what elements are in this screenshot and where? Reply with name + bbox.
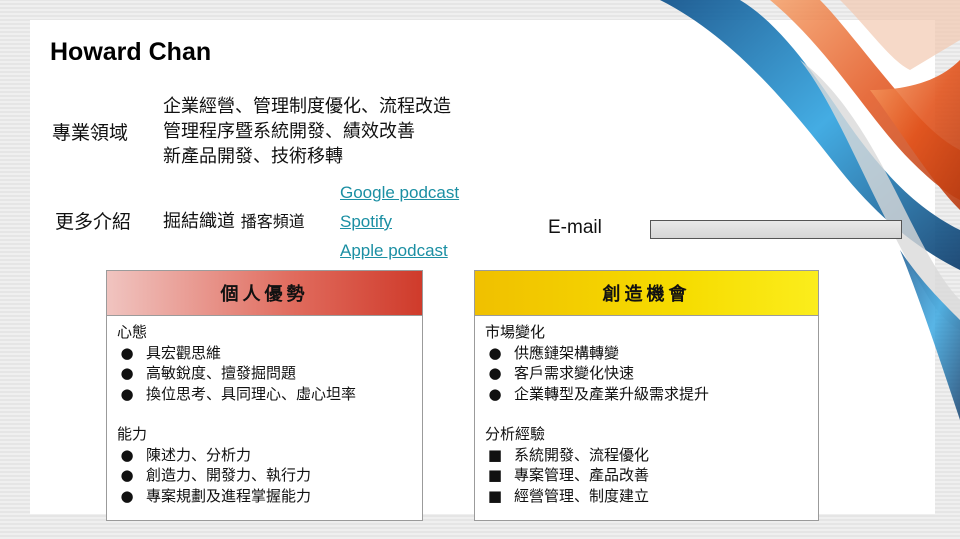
bullet-list: ■ 系統開發、流程優化 ■ 專案管理、產品改善 ■ 經營管理、制度建立 — [485, 445, 818, 507]
list-item: ● 具宏觀思維 — [117, 343, 422, 364]
bullet-list: ● 具宏觀思維 ● 高敏銳度、擅發掘問題 ● 換位思考、具同理心、虛心坦率 — [117, 343, 422, 405]
list-item: ● 換位思考、具同理心、虛心坦率 — [117, 384, 422, 405]
podcast-channel-label: 播客頻道 — [240, 212, 305, 231]
round-bullet-icon: ● — [120, 445, 134, 464]
expertise-label: 專業領域 — [52, 122, 129, 144]
list-item: ■ 專案管理、產品改善 — [485, 465, 818, 486]
expertise-line: 新產品開發、技術移轉 — [163, 146, 343, 167]
strengths-card-body: 心態 ● 具宏觀思維 ● 高敏銳度、擅發掘問題 ● 換位思考、具同理心、虛心坦率 能力… — [107, 316, 422, 506]
expertise-line: 企業經營、管理制度優化、流程改造 — [163, 96, 451, 117]
strengths-card-header: 個人優勢 — [107, 271, 422, 316]
bullet-list: ● 陳述力、分析力 ● 創造力、開發力、執行力 ● 專案規劃及進程掌握能力 — [117, 445, 422, 507]
round-bullet-icon: ● — [120, 466, 134, 484]
list-item: ■ 經營管理、制度建立 — [485, 486, 818, 507]
square-bullet-icon: ■ — [487, 466, 503, 484]
more-intro-label: 更多介紹 — [55, 211, 132, 233]
more-intro-text: 掘結織道 播客頻道 — [163, 207, 305, 233]
list-item: ■ 系統開發、流程優化 — [485, 445, 818, 466]
round-bullet-icon: ● — [120, 486, 134, 505]
round-bullet-icon: ● — [120, 384, 134, 403]
list-item: ● 專案規劃及進程掌握能力 — [117, 486, 422, 507]
section-title: 心態 — [117, 323, 148, 341]
round-bullet-icon: ● — [488, 384, 502, 403]
section-title: 分析經驗 — [485, 425, 546, 443]
round-bullet-icon: ● — [488, 364, 502, 382]
spotify-link[interactable]: Spotify — [340, 207, 459, 236]
podcast-links: Google podcast Spotify Apple podcast — [340, 178, 459, 265]
square-bullet-icon: ■ — [487, 486, 503, 505]
section-title: 市場變化 — [485, 323, 546, 341]
email-redacted-field — [650, 220, 902, 239]
list-item: ● 企業轉型及產業升級需求提升 — [485, 384, 818, 405]
opportunities-card-header: 創造機會 — [475, 271, 818, 316]
email-label: E-mail — [548, 217, 602, 238]
round-bullet-icon: ● — [488, 343, 502, 362]
bullet-list: ● 供應鏈架構轉變 ● 客戶需求變化快速 ● 企業轉型及產業升級需求提升 — [485, 343, 818, 405]
section-title: 能力 — [117, 425, 148, 443]
strengths-card: 個人優勢 心態 ● 具宏觀思維 ● 高敏銳度、擅發掘問題 ● 換位思考、具同理心、虛心… — [106, 270, 423, 521]
round-bullet-icon: ● — [120, 364, 134, 382]
opportunities-card: 創造機會 市場變化 ● 供應鏈架構轉變 ● 客戶需求變化快速 ● 企業轉型及產業升級需… — [474, 270, 819, 521]
opportunities-card-body: 市場變化 ● 供應鏈架構轉變 ● 客戶需求變化快速 ● 企業轉型及產業升級需求提升 分… — [475, 316, 818, 506]
expertise-line: 管理程序暨系統開發、績效改善 — [163, 121, 415, 142]
presenter-name: Howard Chan — [50, 38, 212, 66]
expertise-list: 企業經營、管理制度優化、流程改造 管理程序暨系統開發、績效改善 新產品開發、技術… — [163, 94, 451, 169]
square-bullet-icon: ■ — [487, 445, 503, 464]
list-item: ● 高敏銳度、擅發掘問題 — [117, 363, 422, 384]
list-item: ● 陳述力、分析力 — [117, 445, 422, 466]
podcast-name: 掘結織道 — [163, 211, 235, 232]
apple-podcast-link[interactable]: Apple podcast — [340, 236, 459, 265]
round-bullet-icon: ● — [120, 343, 134, 362]
list-item: ● 供應鏈架構轉變 — [485, 343, 818, 364]
list-item: ● 客戶需求變化快速 — [485, 363, 818, 384]
list-item: ● 創造力、開發力、執行力 — [117, 465, 422, 486]
google-podcast-link[interactable]: Google podcast — [340, 178, 459, 207]
